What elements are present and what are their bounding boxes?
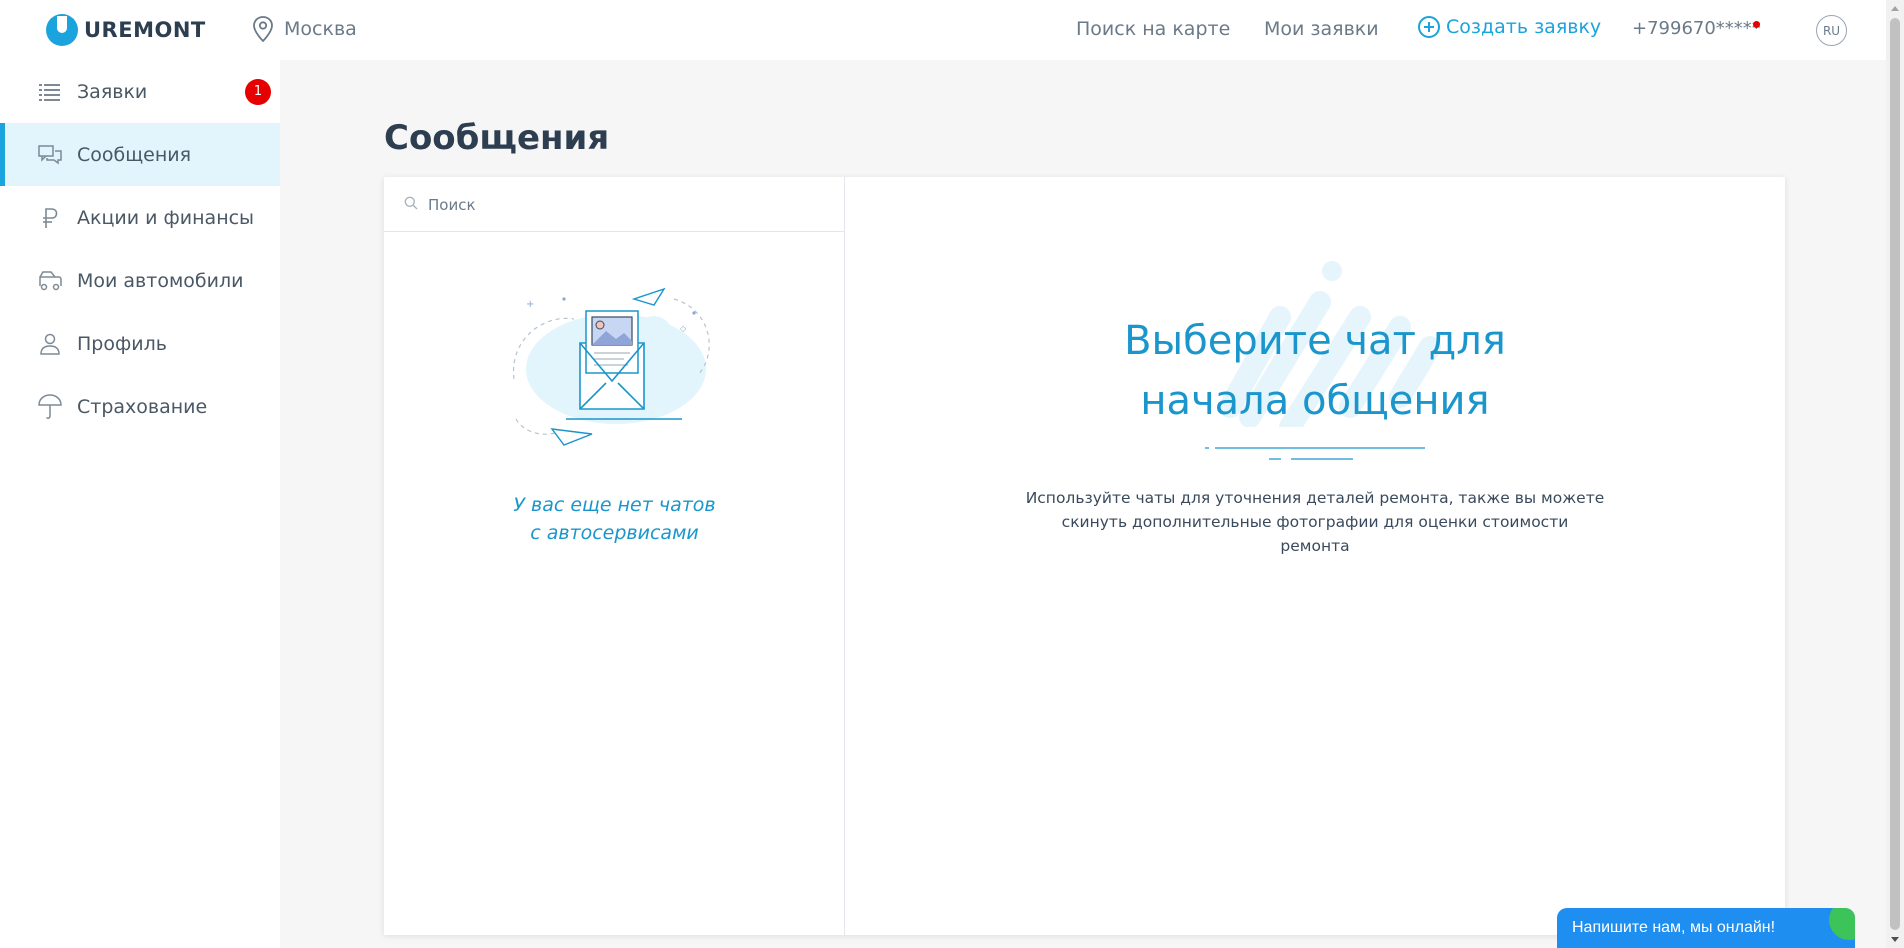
location-pin-icon bbox=[253, 16, 273, 42]
svg-text:+: + bbox=[526, 299, 534, 310]
no-chats-line-2: с автосервисами bbox=[530, 522, 699, 544]
logo[interactable]: UREMONT bbox=[46, 14, 206, 46]
umbrella-icon bbox=[38, 393, 62, 419]
language-switcher[interactable]: RU bbox=[1816, 15, 1847, 46]
sidebar-item-label: Заявки bbox=[77, 80, 148, 103]
chat-list-column: + ◇ У вас еще нет чатов с автосервисами bbox=[384, 177, 845, 935]
plus-circle-icon bbox=[1418, 16, 1440, 38]
choose-chat-title: Выберите чат для начала общения bbox=[845, 311, 1785, 431]
sidebar-item-label: Акции и финансы bbox=[77, 206, 255, 229]
notification-dot bbox=[1753, 21, 1760, 28]
choose-chat-line-1: Выберите чат для bbox=[1124, 318, 1506, 364]
choose-chat-line-2: начала общения bbox=[1140, 378, 1490, 424]
nav-map-search[interactable]: Поиск на карте bbox=[1076, 18, 1230, 40]
sidebar-item-label: Мои автомобили bbox=[77, 269, 244, 292]
svg-text:◇: ◇ bbox=[680, 324, 687, 333]
messages-panel: + ◇ У вас еще нет чатов с автосервисами … bbox=[384, 177, 1785, 935]
sidebar-item-insurance[interactable]: Страхование bbox=[0, 375, 280, 438]
page-scrollbar[interactable] bbox=[1886, 0, 1904, 948]
sidebar-item-profile[interactable]: Профиль bbox=[0, 312, 280, 375]
city-selector[interactable]: Москва bbox=[252, 16, 357, 42]
car-icon bbox=[38, 269, 62, 293]
user-icon bbox=[38, 332, 62, 356]
choose-chat-desc-line-1: Используйте чаты для уточнения деталей р… bbox=[1025, 489, 1605, 507]
sidebar-item-requests[interactable]: Заявки 1 bbox=[0, 60, 280, 123]
sidebar-item-label: Страхование bbox=[77, 395, 208, 418]
scroll-thumb[interactable] bbox=[1890, 18, 1900, 930]
title-underline-icon bbox=[1205, 447, 1425, 460]
list-icon bbox=[38, 80, 62, 104]
top-header: UREMONT Москва Поиск на карте Мои заявки… bbox=[0, 0, 1886, 60]
chat-widget-label: Напишите нам, мы онлайн! bbox=[1572, 919, 1776, 936]
create-request-label: Создать заявку bbox=[1446, 16, 1602, 38]
sidebar-item-my-cars[interactable]: Мои автомобили bbox=[0, 249, 280, 312]
chat-search bbox=[384, 177, 845, 232]
sidebar-item-messages[interactable]: Сообщения bbox=[0, 123, 280, 186]
chat-area: Выберите чат для начала общения Использу… bbox=[845, 177, 1785, 935]
logo-mark-icon bbox=[46, 14, 78, 46]
sidebar-item-promos-finance[interactable]: Акции и финансы bbox=[0, 186, 280, 249]
choose-chat-desc-line-3: ремонта bbox=[1280, 537, 1350, 555]
search-input[interactable] bbox=[428, 192, 828, 218]
sidebar: Заявки 1 Сообщения Акции и финансы Мои а… bbox=[0, 60, 280, 948]
choose-chat-description: Используйте чаты для уточнения деталей р… bbox=[1015, 486, 1615, 558]
choose-chat-desc-line-2: скинуть дополнительные фотографии для оц… bbox=[1061, 513, 1569, 531]
ruble-icon bbox=[38, 206, 62, 230]
sidebar-item-label: Сообщения bbox=[77, 143, 192, 166]
scroll-down-arrow-icon[interactable] bbox=[1891, 937, 1899, 942]
logo-text: UREMONT bbox=[84, 18, 206, 42]
online-status-icon bbox=[1829, 908, 1855, 940]
user-phone[interactable]: +799670***** bbox=[1632, 18, 1761, 39]
online-chat-widget[interactable]: Напишите нам, мы онлайн! bbox=[1557, 908, 1855, 948]
nav-my-requests[interactable]: Мои заявки bbox=[1264, 18, 1379, 40]
city-label: Москва bbox=[284, 18, 357, 40]
no-chats-line-1: У вас еще нет чатов bbox=[513, 494, 716, 516]
no-chats-message: У вас еще нет чатов с автосервисами bbox=[384, 491, 845, 547]
scroll-up-arrow-icon[interactable] bbox=[1891, 6, 1899, 11]
requests-count-badge: 1 bbox=[245, 78, 271, 105]
search-icon bbox=[404, 196, 418, 210]
empty-envelope-illustration: + ◇ bbox=[512, 287, 710, 446]
page-title: Сообщения bbox=[384, 118, 610, 158]
chat-icon bbox=[38, 143, 62, 167]
create-request-button[interactable]: Создать заявку bbox=[1418, 16, 1601, 38]
sidebar-item-label: Профиль bbox=[77, 332, 167, 355]
